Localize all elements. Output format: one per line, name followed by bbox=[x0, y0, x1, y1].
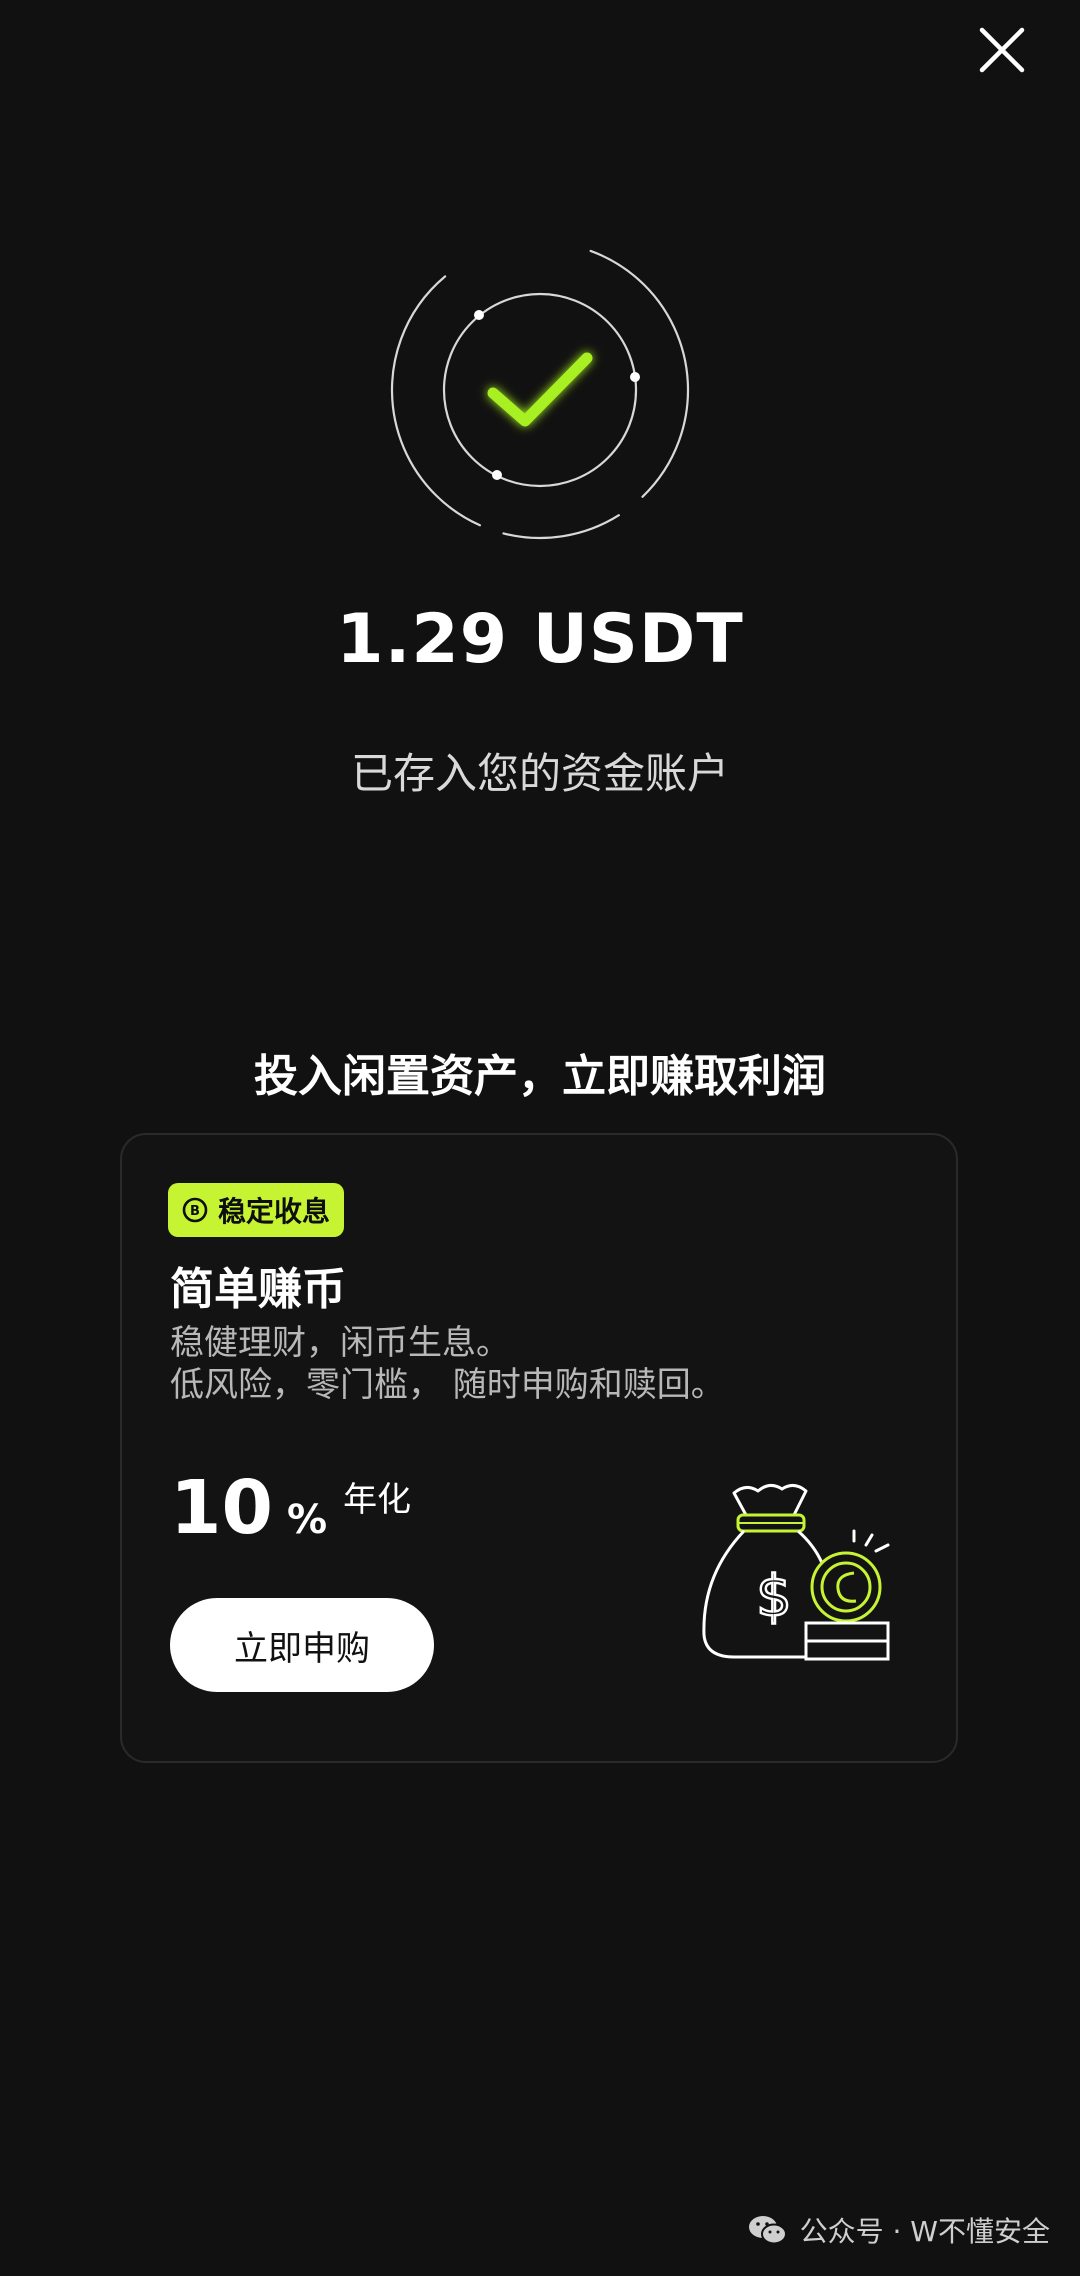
wechat-icon bbox=[748, 2216, 787, 2245]
subscribe-button[interactable]: 立即申购 bbox=[170, 1598, 434, 1692]
apr-label: 年化 bbox=[343, 1480, 412, 1520]
badge-label: 稳定收息 bbox=[218, 1195, 331, 1228]
apr-unit: % bbox=[286, 1497, 328, 1543]
simple-earn-card[interactable]: B 稳定收息 简单赚币 稳健理财，闲币生息。 低风险，零门槛， 随时申购和赎回。… bbox=[120, 1133, 958, 1763]
close-icon bbox=[979, 27, 1025, 73]
deposit-amount: 1.29 USDT bbox=[336, 600, 744, 679]
product-description-line2: 低风险，零门槛， 随时申购和赎回。 bbox=[170, 1365, 725, 1405]
product-name: 简单赚币 bbox=[170, 1264, 346, 1315]
deposit-message: 已存入您的资金账户 bbox=[350, 749, 729, 798]
stable-yield-badge: B 稳定收息 bbox=[168, 1183, 345, 1237]
close-button[interactable] bbox=[972, 20, 1032, 80]
success-check-icon bbox=[390, 240, 690, 540]
apr-display: 10 % 年化 bbox=[170, 1465, 411, 1551]
coin-icon: B bbox=[182, 1197, 208, 1223]
success-illustration bbox=[385, 235, 695, 545]
promo-title: 投入闲置资产，立即赚取利润 bbox=[254, 1051, 826, 1102]
watermark-text: 公众号 · W不懂安全 bbox=[799, 2215, 1050, 2248]
apr-value: 10 bbox=[170, 1465, 273, 1551]
svg-text:B: B bbox=[190, 1204, 200, 1219]
money-bag-icon: $ bbox=[702, 1484, 890, 1661]
svg-text:$: $ bbox=[756, 1564, 792, 1629]
watermark: 公众号 · W不懂安全 bbox=[748, 2210, 1050, 2250]
